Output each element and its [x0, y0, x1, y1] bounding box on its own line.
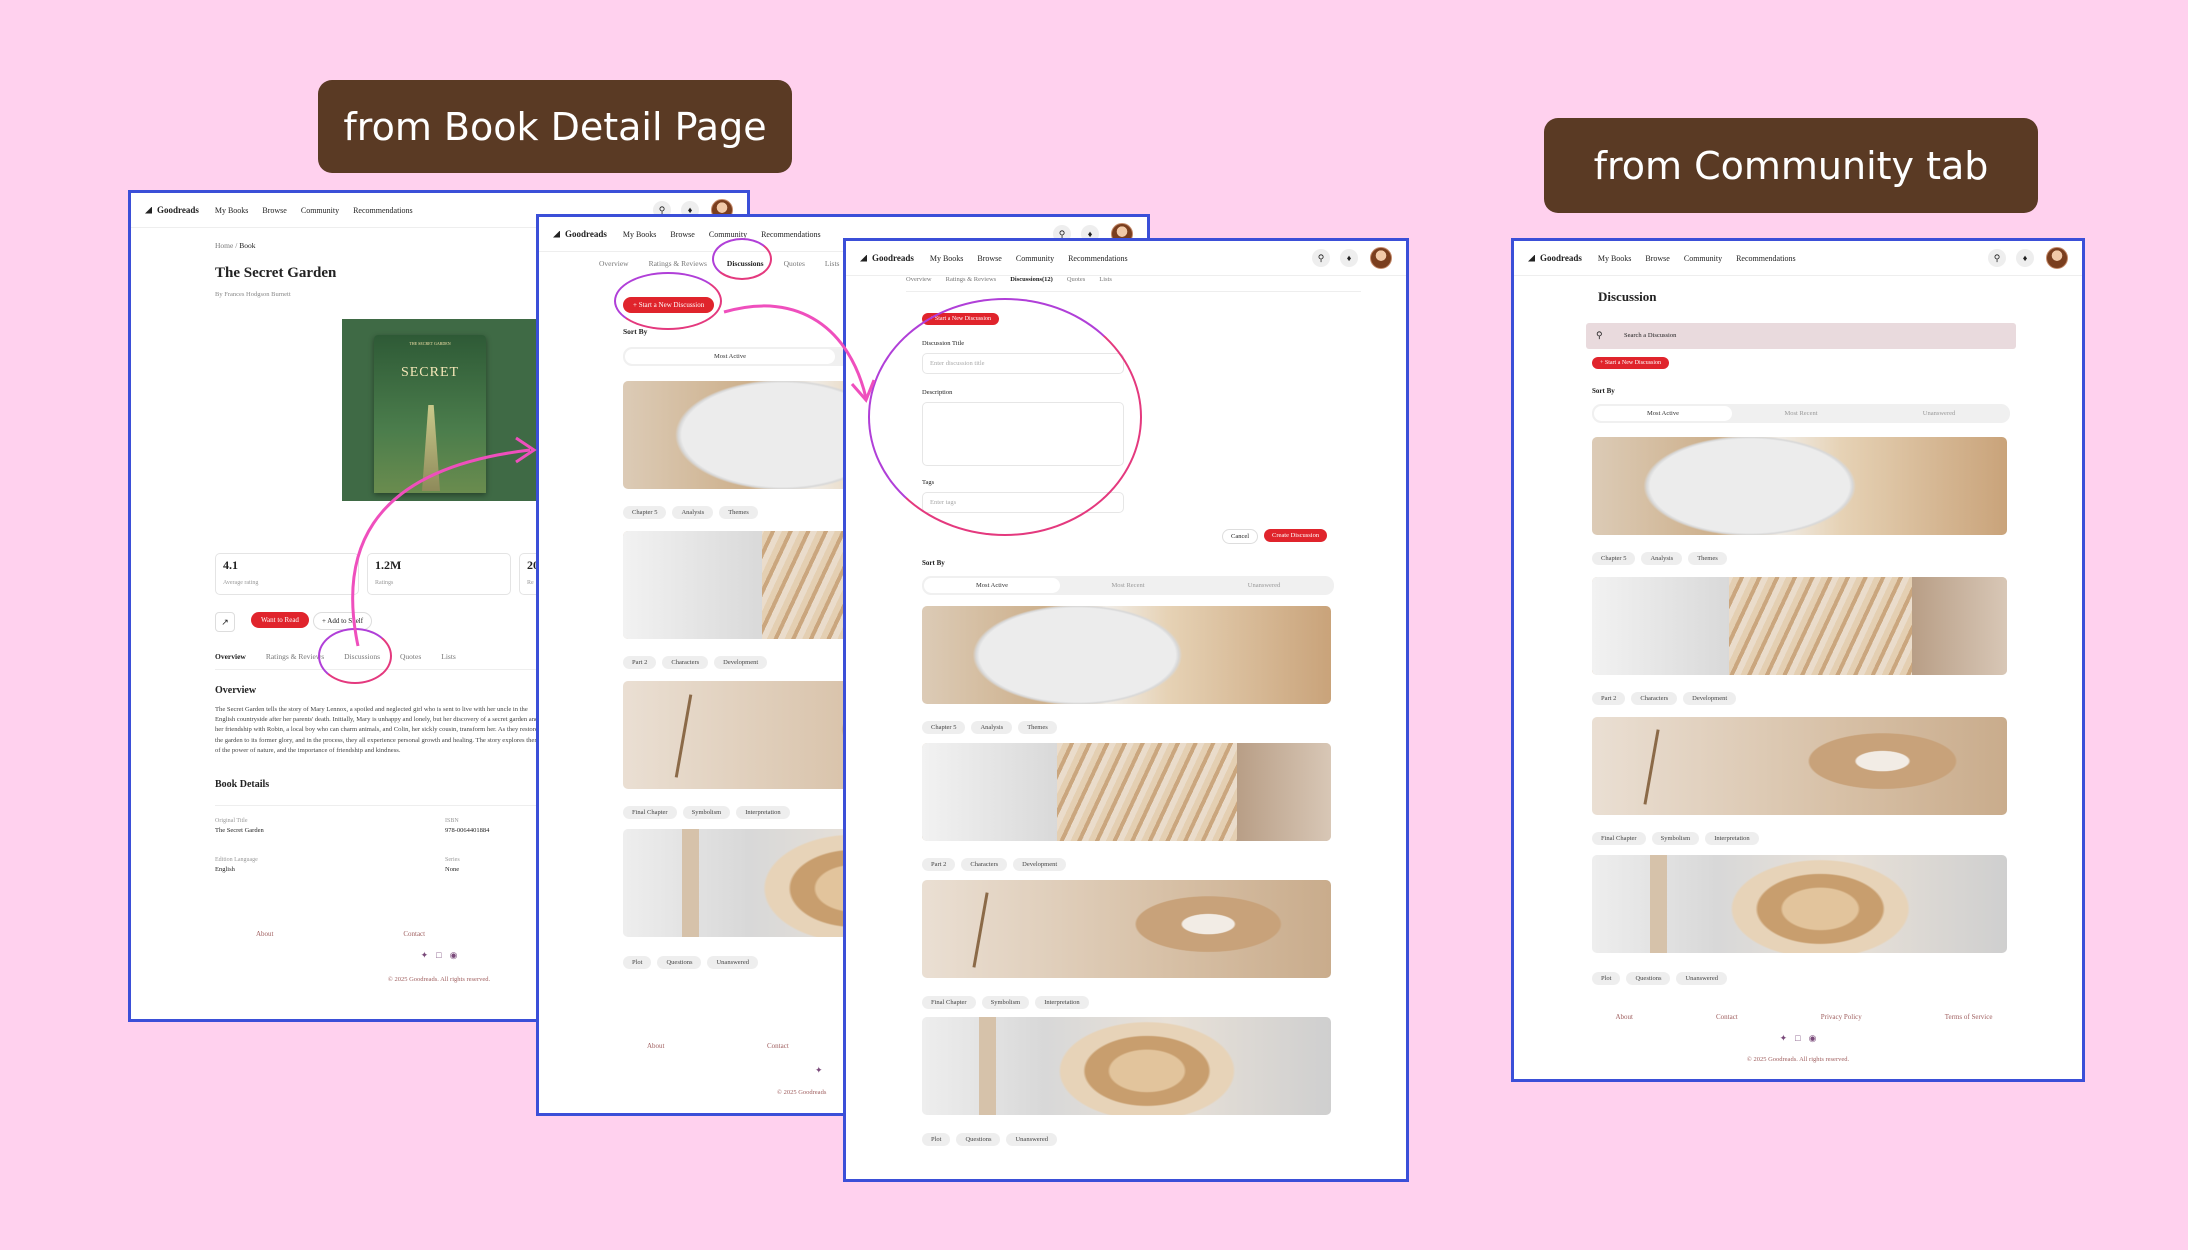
arrow-to-form	[723, 304, 868, 399]
flow-arrows	[351, 304, 876, 647]
arrow-to-discussions	[351, 448, 531, 647]
